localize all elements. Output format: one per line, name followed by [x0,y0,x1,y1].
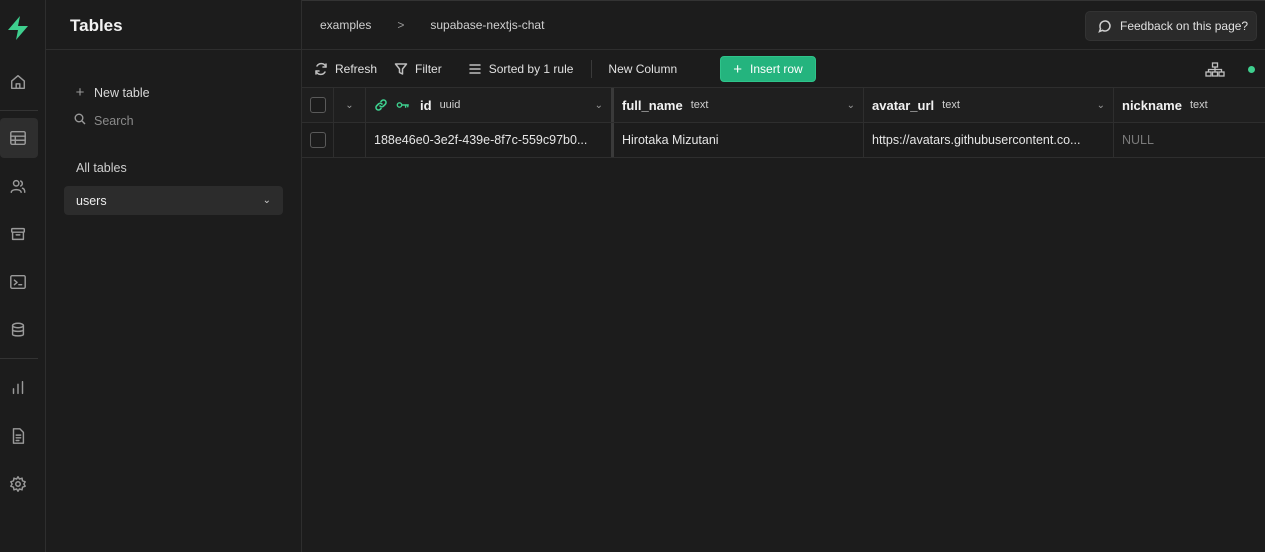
table-item-users[interactable]: users ⌄ [64,186,283,215]
plus-icon: + [733,60,743,78]
cell-value: https://avatars.githubusercontent.co... [872,133,1081,147]
column-header-full_name[interactable]: full_name text ⌄ [614,88,864,122]
sort-icon [468,63,481,74]
tables-sidebar: Tables + New table Search All tables use… [46,0,302,552]
nav-rail [0,0,46,552]
cell-value-null: NULL [1122,133,1154,147]
reports-icon[interactable] [7,377,29,399]
column-name: nickname [1122,97,1182,113]
all-tables-label: All tables [76,161,127,175]
breadcrumb: examples > supabase-nextjs-chat Feedback… [302,0,1265,50]
breadcrumb-repo[interactable]: supabase-nextjs-chat [430,18,544,32]
column-header-avatar_url[interactable]: avatar_url text ⌄ [864,88,1114,122]
chevron-down-icon[interactable]: ⌄ [847,100,855,111]
refresh-button[interactable]: Refresh [314,56,377,82]
sort-button[interactable]: Sorted by 1 rule [468,56,574,82]
supabase-logo-icon[interactable] [5,14,31,42]
chevron-right-icon: > [397,18,405,32]
rail-divider [0,110,38,111]
storage-icon[interactable] [7,223,29,245]
filter-button[interactable]: Filter [394,56,442,82]
cell-value: 188e46e0-3e2f-439e-8f7c-559c97b0... [374,133,588,147]
header-select-cell [302,88,334,122]
column-type: text [690,99,709,111]
breadcrumb-project[interactable]: examples [320,18,371,32]
column-header-nickname[interactable]: nickname text [1114,88,1265,122]
search-icon [74,112,86,129]
search-placeholder: Search [94,113,134,128]
new-column-button[interactable]: New Column [608,56,677,82]
link-icon [375,99,387,111]
new-table-label: New table [94,85,150,100]
settings-gear-icon[interactable] [7,473,29,495]
chevron-down-icon[interactable]: ⌄ [345,100,353,111]
feedback-label: Feedback on this page? [1120,19,1249,33]
chevron-down-icon[interactable]: ⌄ [1097,100,1105,111]
new-table-button[interactable]: + New table [74,84,150,101]
refresh-label: Refresh [335,61,378,76]
header-expand-cell: ⌄ [334,88,366,122]
grid-header-row: ⌄ id uuid ⌄ full_name text ⌄ avatar_url … [302,88,1265,123]
feedback-button[interactable]: Feedback on this page? [1085,11,1257,41]
plus-icon: + [75,84,85,101]
refresh-icon [315,62,327,75]
insert-row-label: Insert row [750,62,803,76]
sort-label: Sorted by 1 rule [488,61,574,76]
column-type: uuid [439,99,461,111]
logs-icon[interactable] [7,425,29,447]
table-editor-icon[interactable] [7,127,29,149]
connection-status-dot [1248,66,1255,73]
column-name: avatar_url [872,97,935,113]
row-select-cell [302,123,334,157]
primary-key-icon [396,102,409,108]
cell-value: Hirotaka Mizutani [622,133,719,147]
column-type: text [942,99,960,111]
cell-full_name[interactable]: Hirotaka Mizutani [614,123,864,157]
table-item-label: users [76,193,107,208]
select-all-checkbox[interactable] [310,97,326,113]
row-expand-cell[interactable] [334,123,366,157]
cell-id[interactable]: 188e46e0-3e2f-439e-8f7c-559c97b0... [366,123,614,157]
insert-row-button[interactable]: + Insert row [720,56,816,82]
filter-label: Filter [415,61,442,76]
cell-avatar_url[interactable]: https://avatars.githubusercontent.co... [864,123,1114,157]
home-icon[interactable] [7,71,29,93]
main-area: examples > supabase-nextjs-chat Feedback… [302,0,1265,552]
column-type: text [1189,99,1208,111]
schema-diagram-icon[interactable] [1205,62,1225,78]
chevron-down-icon[interactable]: ⌄ [263,195,271,206]
new-column-label: New Column [608,61,678,76]
column-name: id [420,97,432,113]
users-icon[interactable] [7,175,29,197]
sidebar-header: Tables [46,0,301,50]
filter-icon [394,62,408,75]
cell-nickname[interactable]: NULL [1114,123,1265,157]
toolbar-divider [591,59,593,78]
table-row[interactable]: 188e46e0-3e2f-439e-8f7c-559c97b0... Hiro… [302,123,1265,158]
column-name: full_name [622,97,683,113]
table-search-input[interactable]: Search [74,112,134,129]
sql-editor-icon[interactable] [7,271,29,293]
rail-divider [0,358,38,359]
sidebar-title: Tables [70,16,123,35]
data-grid: ⌄ id uuid ⌄ full_name text ⌄ avatar_url … [302,88,1265,158]
chat-bubble-icon [1098,20,1111,33]
row-checkbox[interactable] [310,132,326,148]
database-icon[interactable] [7,319,29,341]
chevron-down-icon[interactable]: ⌄ [595,100,603,111]
grid-toolbar: Refresh Filter Sorted by 1 rule New Colu… [302,50,1265,88]
column-header-id[interactable]: id uuid ⌄ [366,88,614,122]
